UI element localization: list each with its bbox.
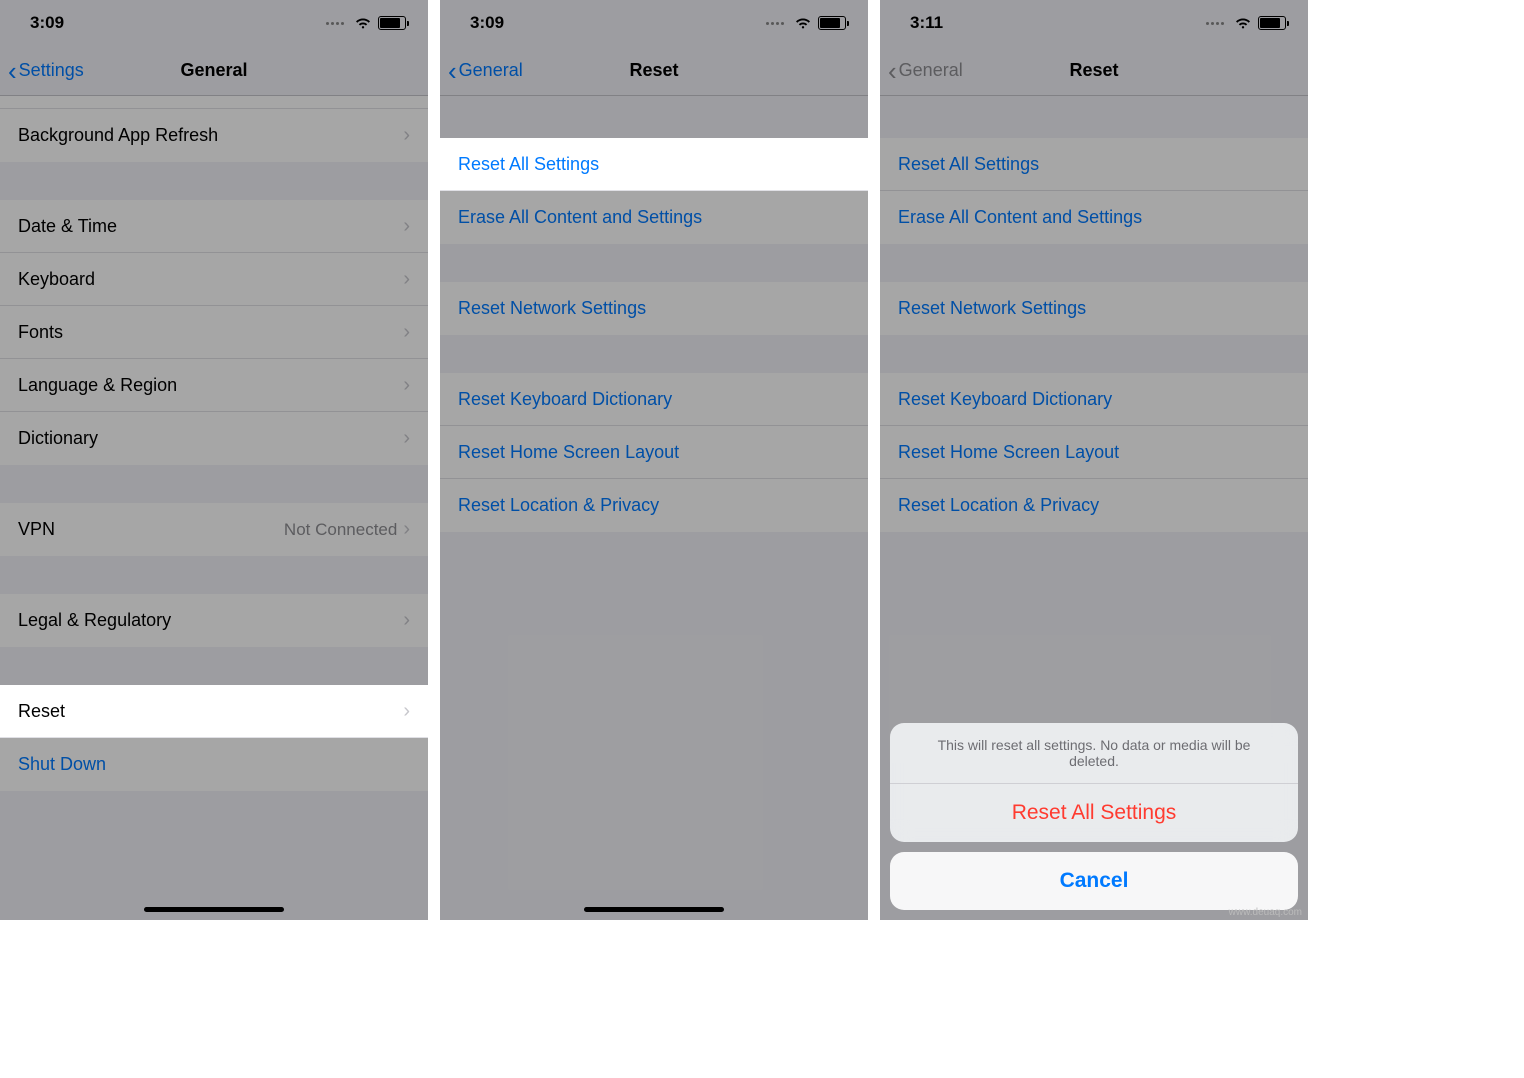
watermark: www.deuaq.com (1229, 907, 1302, 918)
chevron-left-icon: ‹ (448, 58, 457, 84)
chevron-right-icon: › (403, 609, 410, 632)
home-indicator[interactable] (584, 907, 724, 912)
chevron-right-icon: › (403, 374, 410, 397)
status-time: 3:09 (30, 13, 64, 33)
settings-row-language-region[interactable]: Language & Region › (0, 359, 428, 412)
status-bar: 3:09 (0, 0, 428, 46)
chevron-right-icon: › (403, 124, 410, 147)
settings-row-shut-down[interactable]: Shut Down (0, 738, 428, 791)
reset-row-location-privacy[interactable]: Reset Location & Privacy (440, 479, 868, 532)
settings-row-legal-regulatory[interactable]: Legal & Regulatory › (0, 594, 428, 647)
vpn-status-value: Not Connected (284, 520, 397, 540)
action-sheet-cancel-button[interactable]: Cancel (890, 852, 1298, 910)
reset-row-home-screen-layout[interactable]: Reset Home Screen Layout (880, 426, 1308, 479)
status-time: 3:11 (910, 13, 943, 33)
settings-row-keyboard[interactable]: Keyboard › (0, 253, 428, 306)
wifi-icon (1234, 16, 1252, 30)
status-bar: 3:09 (440, 0, 868, 46)
chevron-right-icon: › (403, 700, 410, 723)
reset-row-keyboard-dictionary[interactable]: Reset Keyboard Dictionary (440, 373, 868, 426)
back-label: General (459, 60, 523, 81)
battery-icon (1258, 16, 1286, 30)
reset-row-network-settings[interactable]: Reset Network Settings (440, 282, 868, 335)
phone-screenshot-2: 3:09 ‹ General Reset Reset All Settings … (440, 0, 868, 920)
home-indicator[interactable] (144, 907, 284, 912)
reset-row-home-screen-layout[interactable]: Reset Home Screen Layout (440, 426, 868, 479)
reset-row-erase-all-content[interactable]: Erase All Content and Settings (880, 191, 1308, 244)
settings-row-vpn[interactable]: VPN Not Connected › (0, 503, 428, 556)
chevron-right-icon: › (403, 268, 410, 291)
settings-row-background-app-refresh[interactable]: Background App Refresh › (0, 109, 428, 162)
settings-row-fonts[interactable]: Fonts › (0, 306, 428, 359)
reset-row-reset-all-settings[interactable]: Reset All Settings (440, 138, 868, 191)
status-right (326, 16, 406, 30)
phone-screenshot-1: 3:09 ‹ Settings General iPhone Storage ›… (0, 0, 428, 920)
chevron-right-icon: › (403, 427, 410, 450)
settings-row-date-time[interactable]: Date & Time › (0, 200, 428, 253)
back-label: General (899, 60, 963, 81)
reset-list: Reset All Settings Erase All Content and… (440, 96, 868, 532)
reset-row-location-privacy[interactable]: Reset Location & Privacy (880, 479, 1308, 532)
action-sheet: This will reset all settings. No data or… (890, 723, 1298, 910)
status-bar: 3:11 (880, 0, 1308, 46)
reset-row-keyboard-dictionary[interactable]: Reset Keyboard Dictionary (880, 373, 1308, 426)
status-right (1206, 16, 1286, 30)
wifi-icon (354, 16, 372, 30)
chevron-left-icon: ‹ (888, 58, 897, 84)
cellular-dots-icon (766, 22, 784, 25)
action-sheet-destructive-button[interactable]: Reset All Settings (890, 784, 1298, 842)
settings-row-reset[interactable]: Reset › (0, 685, 428, 738)
reset-row-erase-all-content[interactable]: Erase All Content and Settings (440, 191, 868, 244)
nav-bar: ‹ General Reset (880, 46, 1308, 96)
status-time: 3:09 (470, 13, 504, 33)
phone-screenshot-3: 3:11 ‹ General Reset Reset All Settings … (880, 0, 1308, 920)
action-sheet-message: This will reset all settings. No data or… (890, 723, 1298, 784)
nav-bar: ‹ Settings General (0, 46, 428, 96)
battery-icon (818, 16, 846, 30)
nav-bar: ‹ General Reset (440, 46, 868, 96)
back-button[interactable]: ‹ General (448, 58, 523, 84)
reset-row-reset-all-settings[interactable]: Reset All Settings (880, 138, 1308, 191)
battery-icon (378, 16, 406, 30)
chevron-right-icon: › (403, 215, 410, 238)
back-button[interactable]: ‹ Settings (8, 58, 84, 84)
cellular-dots-icon (1206, 22, 1224, 25)
cellular-dots-icon (326, 22, 344, 25)
chevron-right-icon: › (403, 518, 410, 541)
settings-list: iPhone Storage › Background App Refresh … (0, 56, 428, 791)
reset-row-network-settings[interactable]: Reset Network Settings (880, 282, 1308, 335)
wifi-icon (794, 16, 812, 30)
reset-list: Reset All Settings Erase All Content and… (880, 96, 1308, 532)
status-right (766, 16, 846, 30)
back-label: Settings (19, 60, 84, 81)
chevron-left-icon: ‹ (8, 58, 17, 84)
settings-row-dictionary[interactable]: Dictionary › (0, 412, 428, 465)
back-button-disabled: ‹ General (888, 58, 963, 84)
chevron-right-icon: › (403, 321, 410, 344)
